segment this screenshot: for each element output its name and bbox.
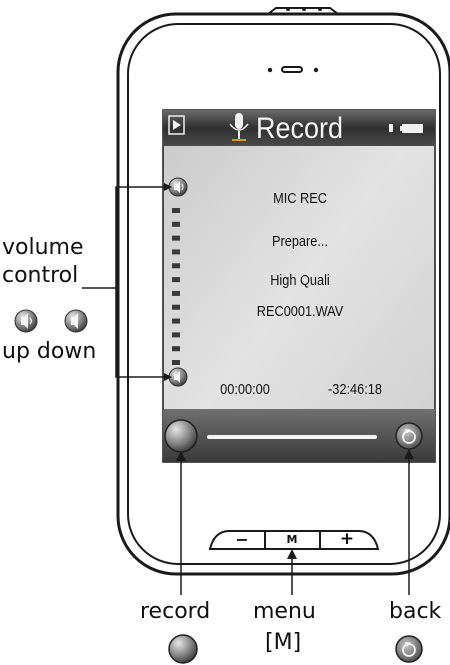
menu-label: menu [253,599,316,624]
volume-level-segment [172,360,180,365]
menu-key[interactable]: M [282,533,302,547]
screen-line-quality: High Quali [270,272,330,289]
screen-line-status: Prepare... [272,233,328,250]
screen-title: Record [256,112,344,145]
control-label: control [2,263,79,288]
volume-level-segment [172,263,180,269]
volume-level-segment [172,332,180,338]
up-down-label: up down [2,339,97,364]
screen-line-mode: MIC REC [273,190,327,207]
volume-level-segment [172,290,180,296]
volume-up-legend-icon [14,309,38,333]
volume-level-segment [172,304,180,310]
back-label: back [389,599,442,624]
volume-level-segment [172,277,180,283]
menu-key-label: [M] [265,630,302,655]
player-diagram [14,7,450,664]
volume-level-segment [172,221,180,227]
volume-label: volume [2,235,84,260]
progress-slider[interactable] [207,435,377,439]
volume-plus-key[interactable]: + [337,529,357,549]
back-button[interactable] [395,422,423,450]
back-legend-icon [395,635,423,663]
volume-level-segment [172,235,180,241]
volume-level-segment [172,208,180,213]
remaining-time: -32:46:18 [328,381,382,398]
volume-minus-key[interactable]: − [232,531,252,549]
record-button[interactable] [164,419,198,453]
elapsed-time: 00:00:00 [220,381,270,398]
volume-level-segment [172,346,180,352]
record-label: record [140,599,211,624]
volume-level-segment [172,249,180,255]
record-legend-icon [168,634,198,664]
volume-down-legend-icon [64,309,88,333]
volume-level-segment [172,318,180,324]
screen-line-filename: REC0001.WAV [256,303,344,320]
